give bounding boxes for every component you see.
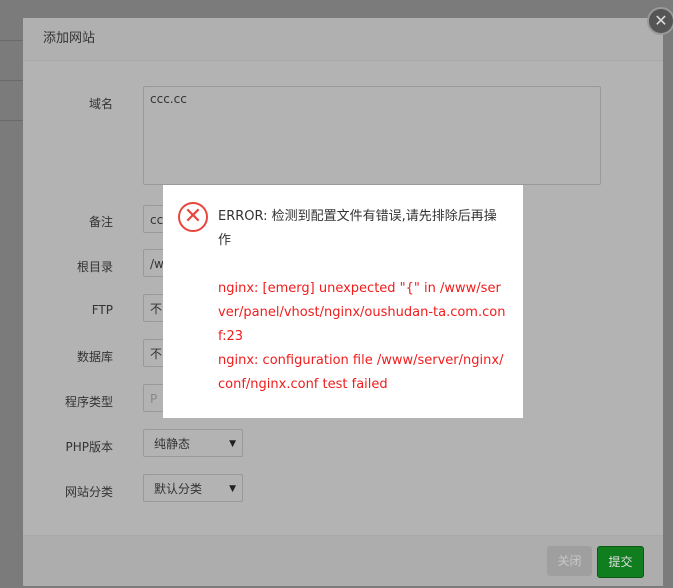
domain-textarea[interactable]: ccc.cc <box>143 86 601 185</box>
root-label: 根目录 <box>76 260 113 274</box>
dialog-footer: 关闭 提交 <box>23 535 663 586</box>
db-label: 数据库 <box>76 350 113 364</box>
php-version-value: 纯静态 <box>154 437 191 451</box>
remark-label: 备注 <box>88 215 113 229</box>
error-x-icon: ✕ <box>178 202 208 232</box>
php-version-select[interactable]: 纯静态 <box>143 429 243 458</box>
error-title: ERROR: 检测到配置文件有错误,请先排除后再操作 <box>218 209 497 248</box>
category-select[interactable]: 默认分类 <box>143 474 243 503</box>
error-details: nginx: [emerg] unexpected "{" in /www/se… <box>218 281 506 344</box>
type-label: 程序类型 <box>64 395 113 409</box>
submit-button[interactable]: 提交 <box>597 546 644 578</box>
error-details-2: nginx: configuration file /www/server/ng… <box>218 353 504 392</box>
category-value: 默认分类 <box>154 482 203 496</box>
close-button[interactable]: 关闭 <box>547 546 592 576</box>
bg-divider <box>0 80 23 81</box>
ftp-label: FTP <box>91 303 113 317</box>
php-label: PHP版本 <box>65 440 114 454</box>
category-label: 网站分类 <box>64 485 113 499</box>
domain-label: 域名 <box>88 97 113 111</box>
bg-divider <box>0 120 23 121</box>
error-message-box: ✕ ERROR: 检测到配置文件有错误,请先排除后再操作 nginx: [eme… <box>163 185 523 418</box>
bg-divider <box>0 40 23 41</box>
dialog-title: 添加网站 <box>23 18 663 61</box>
close-icon[interactable]: ✕ <box>647 7 673 35</box>
